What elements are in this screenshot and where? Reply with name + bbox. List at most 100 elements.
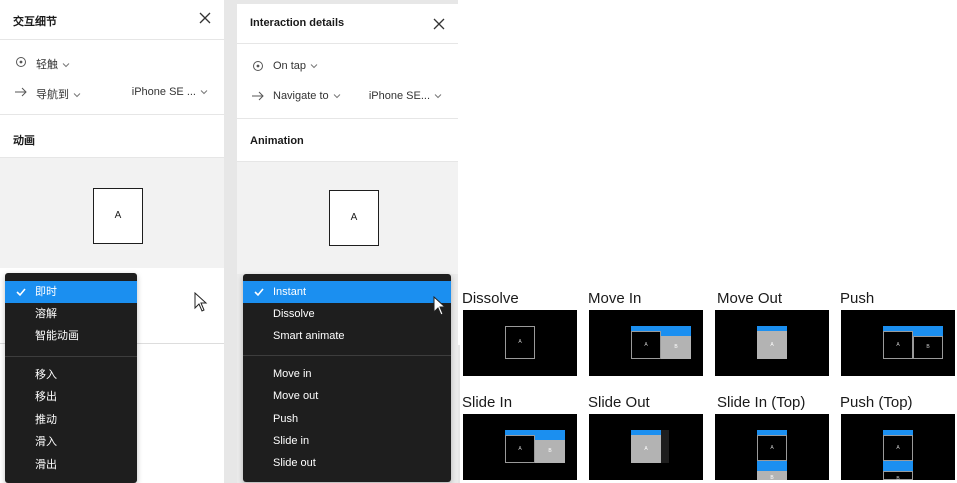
- menu-item-slide-in[interactable]: Slide in: [243, 430, 451, 452]
- destination-label: iPhone SE ...: [131, 86, 196, 98]
- trigger-dropdown[interactable]: 轻触: [36, 56, 70, 72]
- action-dropdown[interactable]: 导航到: [36, 86, 81, 102]
- close-icon[interactable]: [198, 11, 212, 25]
- close-icon[interactable]: [432, 17, 446, 31]
- action-row[interactable]: Navigate to iPhone SE...: [237, 84, 458, 108]
- menu-item-instant[interactable]: Instant: [243, 281, 451, 303]
- menu-item-slide-out[interactable]: 滑出: [5, 454, 137, 476]
- menu-item-slide-in[interactable]: 滑入: [5, 431, 137, 453]
- divider: [237, 118, 458, 119]
- panel-title: 交互细节: [13, 16, 57, 28]
- check-icon: [16, 288, 26, 297]
- panel-header: Interaction details: [237, 4, 458, 44]
- tap-target-icon: [253, 61, 263, 71]
- thumb-label-push: Push: [840, 290, 875, 307]
- chevron-down-icon: [310, 64, 318, 69]
- chevron-down-icon: [434, 94, 442, 99]
- thumb-frame-b: B: [913, 336, 943, 359]
- thumb-frame-b-header: [535, 430, 565, 440]
- menu-divider: [5, 356, 137, 357]
- thumb-move-in: A B: [589, 310, 703, 376]
- menu-divider: [243, 355, 451, 356]
- menu-item-move-in[interactable]: 移入: [5, 364, 137, 386]
- trigger-label: On tap: [273, 60, 307, 72]
- panel-gutter-left: [224, 0, 237, 483]
- trigger-label: 轻触: [36, 59, 58, 71]
- menu-item-label: 即时: [35, 286, 57, 298]
- destination-dropdown[interactable]: iPhone SE...: [369, 90, 442, 102]
- thumb-frame-b: B: [883, 471, 913, 480]
- menu-item-slide-out[interactable]: Slide out: [243, 452, 451, 474]
- menu-item-label: Instant: [273, 286, 307, 298]
- thumb-label-slide-in-top: Slide In (Top): [717, 394, 806, 411]
- mouse-pointer-icon: [433, 296, 447, 316]
- thumb-slide-in-top: A B: [715, 414, 829, 480]
- divider: [0, 114, 224, 115]
- chevron-down-icon: [200, 90, 208, 95]
- destination-dropdown[interactable]: iPhone SE ...: [132, 86, 208, 98]
- thumb-label-slide-in: Slide In: [462, 394, 513, 411]
- thumb-frame-a: A: [505, 435, 535, 463]
- thumb-frame-a: A: [883, 331, 913, 359]
- thumb-frame-a: A: [505, 326, 535, 359]
- thumb-push-top: A B: [841, 414, 955, 480]
- thumb-frame-b-header: [913, 326, 943, 336]
- arrow-right-icon: [252, 91, 264, 101]
- thumb-frame-a: A: [757, 435, 787, 461]
- thumb-label-push-top: Push (Top): [840, 394, 913, 411]
- thumb-frame-b-header: [883, 461, 913, 471]
- menu-item-move-out[interactable]: 移出: [5, 386, 137, 408]
- chevron-down-icon: [73, 93, 81, 98]
- thumb-frame-b: B: [757, 471, 787, 480]
- action-row[interactable]: 导航到 iPhone SE ...: [0, 80, 224, 104]
- menu-item-dissolve[interactable]: Dissolve: [243, 303, 451, 325]
- thumb-slide-in: A B: [463, 414, 577, 480]
- thumb-ghost-frame: [661, 430, 669, 463]
- animation-menu-zh: 即时 溶解 智能动画 移入 移出 推动 滑入 滑出: [5, 273, 137, 483]
- thumb-frame-b: B: [661, 336, 691, 359]
- menu-item-instant[interactable]: 即时: [5, 281, 137, 303]
- action-label: 导航到: [36, 89, 69, 101]
- arrow-right-icon: [15, 87, 27, 97]
- destination-label: iPhone SE...: [368, 90, 430, 102]
- action-label: Navigate to: [273, 90, 329, 102]
- thumb-frame-a: A: [631, 331, 661, 359]
- menu-item-dissolve[interactable]: 溶解: [5, 303, 137, 325]
- animation-preview: A: [0, 158, 224, 268]
- tap-target-icon: [16, 57, 26, 67]
- preview-frame: A: [329, 190, 379, 246]
- trigger-row[interactable]: On tap: [237, 54, 458, 78]
- menu-item-move-out[interactable]: Move out: [243, 385, 451, 407]
- panel-title: Interaction details: [250, 17, 345, 29]
- trigger-dropdown[interactable]: On tap: [273, 60, 318, 72]
- panel-header: 交互细节: [0, 0, 224, 40]
- thumb-frame-a: A: [883, 435, 913, 461]
- thumb-label-slide-out: Slide Out: [588, 394, 650, 411]
- menu-item-push[interactable]: Push: [243, 408, 451, 430]
- preview-frame: A: [93, 188, 143, 244]
- action-dropdown[interactable]: Navigate to: [273, 90, 341, 102]
- thumb-move-out: A: [715, 310, 829, 376]
- thumb-label-move-in: Move In: [588, 290, 642, 307]
- chevron-down-icon: [333, 94, 341, 99]
- thumb-label-move-out: Move Out: [717, 290, 783, 307]
- thumb-frame-a: A: [631, 435, 661, 463]
- thumb-frame-b: B: [535, 440, 565, 463]
- thumb-frame-a: A: [757, 331, 787, 359]
- thumb-slide-out: A: [589, 414, 703, 480]
- thumb-frame-b-header: [661, 326, 691, 336]
- trigger-row[interactable]: 轻触: [0, 50, 224, 74]
- menu-item-smart-animate[interactable]: 智能动画: [5, 325, 137, 347]
- menu-item-push[interactable]: 推动: [5, 409, 137, 431]
- menu-item-smart-animate[interactable]: Smart animate: [243, 325, 451, 347]
- chevron-down-icon: [62, 63, 70, 68]
- thumb-frame-b-header: [757, 461, 787, 471]
- animation-section-title: Animation: [250, 135, 304, 147]
- panel-gutter-right: [458, 345, 460, 483]
- menu-item-move-in[interactable]: Move in: [243, 363, 451, 385]
- animation-menu-en: Instant Dissolve Smart animate Move in M…: [243, 274, 451, 482]
- thumb-push: A B: [841, 310, 955, 376]
- mouse-pointer-icon: [194, 292, 208, 312]
- thumb-dissolve: A: [463, 310, 577, 376]
- check-icon: [254, 288, 264, 297]
